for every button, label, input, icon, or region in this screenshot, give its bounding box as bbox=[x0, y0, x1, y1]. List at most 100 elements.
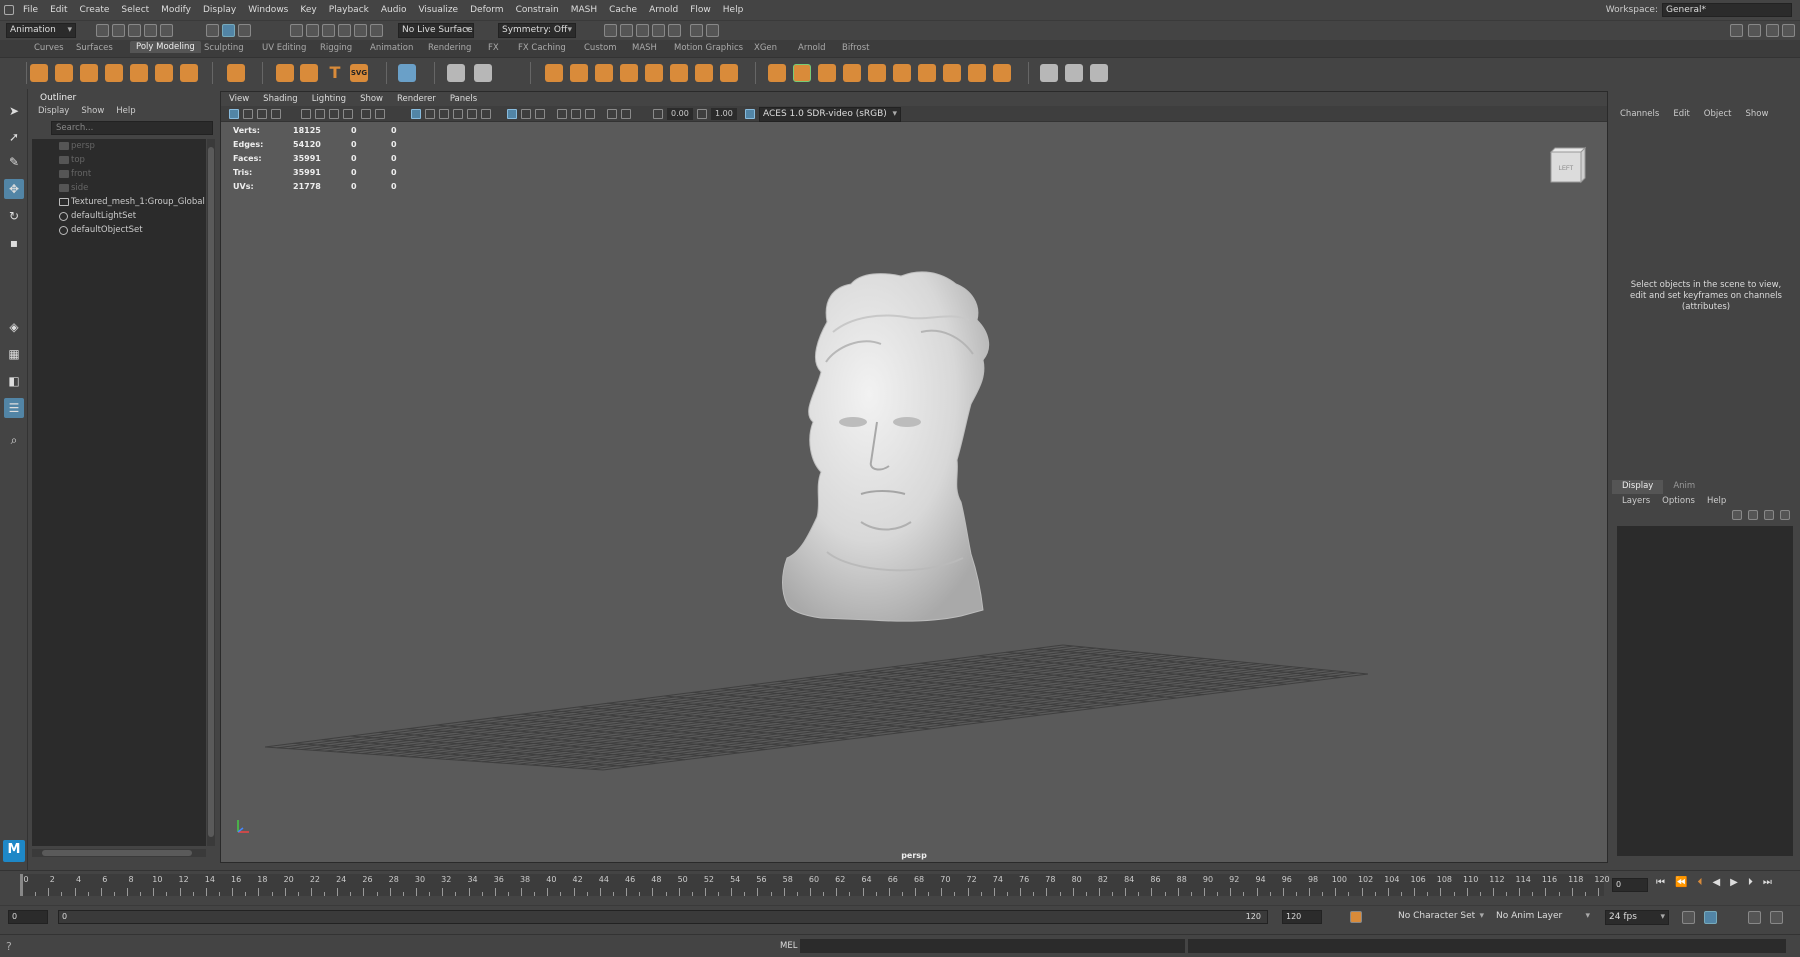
grid-toggle-icon[interactable] bbox=[301, 109, 311, 119]
outliner-layout-icon[interactable]: ☰ bbox=[4, 398, 24, 418]
menu-modify[interactable]: Modify bbox=[155, 5, 197, 15]
outliner-search-input[interactable]: Search... bbox=[51, 121, 213, 135]
target-weld-icon[interactable] bbox=[918, 64, 936, 82]
pause-icon[interactable] bbox=[706, 24, 719, 37]
menu-help[interactable]: Help bbox=[717, 5, 750, 15]
animation-prefs-icon[interactable] bbox=[1770, 911, 1783, 924]
shadows-icon[interactable] bbox=[481, 109, 491, 119]
menu-key[interactable]: Key bbox=[294, 5, 322, 15]
color-management-icon[interactable] bbox=[745, 109, 755, 119]
svg-tool-icon[interactable]: SVG bbox=[350, 64, 368, 82]
arnold-render-icon[interactable] bbox=[690, 24, 703, 37]
layer-menu-options[interactable]: Options bbox=[1662, 496, 1695, 506]
reduce-icon[interactable] bbox=[570, 64, 588, 82]
render-view-icon[interactable] bbox=[604, 24, 617, 37]
snap-grid-icon[interactable] bbox=[290, 24, 303, 37]
poly-plane-icon[interactable] bbox=[155, 64, 173, 82]
retopologize-icon[interactable] bbox=[670, 64, 688, 82]
two-view-icon[interactable]: ◧ bbox=[4, 371, 24, 391]
move-layer-down-icon[interactable] bbox=[1748, 510, 1758, 520]
fps-dropdown[interactable]: 24 fps bbox=[1605, 910, 1669, 925]
snap-curve-icon[interactable] bbox=[306, 24, 319, 37]
playback-range-bar[interactable]: 0 120 bbox=[58, 910, 1268, 924]
menu-audio[interactable]: Audio bbox=[375, 5, 413, 15]
field-chart-icon[interactable] bbox=[361, 109, 371, 119]
poly-cone-icon[interactable] bbox=[105, 64, 123, 82]
play-backward-icon[interactable]: ◀ bbox=[1712, 877, 1720, 888]
menu-playback[interactable]: Playback bbox=[323, 5, 375, 15]
go-to-start-icon[interactable]: ⏮ bbox=[1656, 877, 1665, 888]
current-frame-field[interactable]: 0 bbox=[1612, 878, 1648, 892]
wireframe-icon[interactable] bbox=[411, 109, 421, 119]
gamma-field[interactable]: 1.00 bbox=[711, 108, 737, 120]
rotate-tool-icon[interactable]: ↻ bbox=[4, 206, 24, 226]
snap-surface-icon[interactable] bbox=[354, 24, 367, 37]
loop-icon[interactable] bbox=[1682, 911, 1695, 924]
gate-mask-icon[interactable] bbox=[343, 109, 353, 119]
viewport-menu-shading[interactable]: Shading bbox=[263, 92, 298, 106]
sculpt-brush-icon[interactable] bbox=[1040, 64, 1058, 82]
textured-icon[interactable] bbox=[453, 109, 463, 119]
gamma-icon[interactable] bbox=[697, 109, 707, 119]
poly-cube-icon[interactable] bbox=[55, 64, 73, 82]
menu-cache[interactable]: Cache bbox=[603, 5, 643, 15]
mirror-icon[interactable] bbox=[595, 64, 613, 82]
time-ruler[interactable]: 0 2 4 6 8 10 12 14 16 18 20 22 24 26 28 30 32 34 36 38 40 42 4… bbox=[20, 874, 1610, 896]
new-layer-selected-icon[interactable] bbox=[1780, 510, 1790, 520]
symmetry-dropdown[interactable]: Symmetry: Off bbox=[498, 23, 576, 38]
viewport-menu-view[interactable]: View bbox=[229, 92, 249, 106]
smooth-icon[interactable] bbox=[545, 64, 563, 82]
menu-constrain[interactable]: Constrain bbox=[510, 5, 565, 15]
anim-layer-dropdown[interactable]: No Anim Layer bbox=[1493, 910, 1593, 925]
poly-sphere-icon[interactable] bbox=[30, 64, 48, 82]
menu-create[interactable]: Create bbox=[74, 5, 116, 15]
new-scene-icon[interactable] bbox=[96, 24, 109, 37]
use-lights-icon[interactable] bbox=[467, 109, 477, 119]
exposure-icon[interactable] bbox=[653, 109, 663, 119]
channelbox-menu-object[interactable]: Object bbox=[1704, 109, 1732, 119]
move-layer-up-icon[interactable] bbox=[1732, 510, 1742, 520]
append-polygon-icon[interactable] bbox=[818, 64, 836, 82]
select-camera-icon[interactable] bbox=[229, 109, 239, 119]
menu-display[interactable]: Display bbox=[197, 5, 242, 15]
hud-toggle-icon[interactable] bbox=[621, 109, 631, 119]
channelbox-menu-show[interactable]: Show bbox=[1745, 109, 1768, 119]
motion-blur-icon[interactable] bbox=[557, 109, 567, 119]
viewport-canvas[interactable]: Verts: 18125 0 0 Edges: 54120 0 0 Faces: 35991 0 0 T… bbox=[221, 122, 1607, 862]
attribute-editor-icon[interactable] bbox=[1748, 24, 1761, 37]
script-language-label[interactable]: MEL bbox=[780, 941, 797, 951]
mesh-display-icon[interactable] bbox=[398, 64, 416, 82]
channelbox-menu-channels[interactable]: Channels bbox=[1620, 109, 1659, 119]
outliner-item[interactable]: persp bbox=[32, 139, 206, 153]
boolean-icon[interactable] bbox=[620, 64, 638, 82]
viewport-menu-panels[interactable]: Panels bbox=[450, 92, 477, 106]
merge-icon[interactable] bbox=[968, 64, 986, 82]
four-view-icon[interactable]: ▦ bbox=[4, 344, 24, 364]
shelf-tab-xgen[interactable]: XGen bbox=[754, 43, 777, 53]
tool-settings-icon[interactable] bbox=[1766, 24, 1779, 37]
sweep-mesh-icon[interactable] bbox=[300, 64, 318, 82]
auto-key-icon[interactable] bbox=[1350, 911, 1362, 923]
extrude-icon[interactable] bbox=[768, 64, 786, 82]
time-slider[interactable]: 0 2 4 6 8 10 12 14 16 18 20 22 24 26 28 30 32 34 36 38 40 42 4… bbox=[0, 870, 1800, 898]
command-input[interactable] bbox=[800, 939, 1185, 953]
outliner-item[interactable]: side bbox=[32, 181, 206, 195]
snap-view-icon[interactable] bbox=[338, 24, 351, 37]
character-set-dropdown[interactable]: No Character Set bbox=[1395, 910, 1487, 925]
antialias-icon[interactable] bbox=[571, 109, 581, 119]
resolution-gate-icon[interactable] bbox=[329, 109, 339, 119]
menu-arnold[interactable]: Arnold bbox=[643, 5, 684, 15]
smooth-shade-icon[interactable] bbox=[425, 109, 435, 119]
render-settings-icon[interactable] bbox=[652, 24, 665, 37]
layer-tab-anim[interactable]: Anim bbox=[1663, 480, 1705, 494]
workspace-dropdown[interactable]: General* bbox=[1662, 3, 1792, 17]
poly-platonic-icon[interactable] bbox=[227, 64, 245, 82]
shelf-tab-arnold[interactable]: Arnold bbox=[798, 43, 826, 53]
live-surface-dropdown[interactable]: No Live Surface bbox=[398, 23, 474, 38]
step-back-frame-icon[interactable]: ⏴ bbox=[1697, 877, 1702, 888]
outliner-item[interactable]: defaultLightSet bbox=[32, 209, 206, 223]
select-component-icon[interactable] bbox=[238, 24, 251, 37]
maya-window-icon[interactable] bbox=[4, 5, 14, 15]
type-tool-icon[interactable]: T bbox=[326, 64, 344, 82]
collapse-icon[interactable] bbox=[943, 64, 961, 82]
